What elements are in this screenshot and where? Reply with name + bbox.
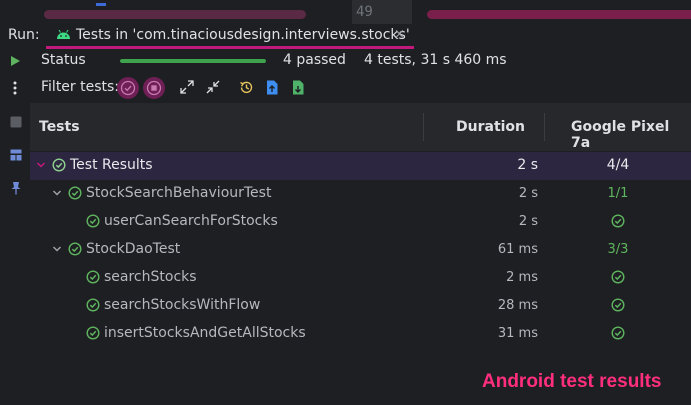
pin-icon[interactable] [10, 181, 22, 195]
test-duration: 31 ms [497, 326, 538, 341]
editor-scrollbar-left[interactable] [44, 10, 306, 19]
device-result-icon [575, 326, 661, 340]
test-duration: 61 ms [497, 242, 538, 257]
column-header-tests[interactable]: Tests [39, 119, 80, 135]
test-name: Test Results [70, 157, 153, 173]
test-name: StockDaoTest [86, 241, 181, 257]
close-icon[interactable]: × [394, 27, 405, 42]
more-options-icon[interactable] [13, 81, 17, 95]
filter-tests-label: Filter tests: [41, 79, 120, 95]
device-result: 3/3 [607, 242, 629, 257]
history-icon[interactable] [239, 80, 254, 95]
test-summary: 4 tests, 31 s 460 ms [364, 52, 507, 68]
test-progress-bar [120, 59, 266, 63]
test-name: searchStocks [104, 269, 197, 285]
passed-count: 4 passed [283, 52, 346, 68]
run-tab-label: Tests in 'com.tinaciousdesign.interviews… [76, 27, 410, 43]
passed-check-icon [52, 158, 66, 172]
passed-check-icon [86, 298, 100, 312]
test-case-row[interactable]: userCanSearchForStocks 2 s [30, 208, 691, 236]
show-passed-icon[interactable] [117, 77, 139, 99]
editor-scrollbar-right[interactable] [427, 10, 691, 19]
test-duration: 2 ms [506, 270, 538, 285]
test-duration: 2 s [518, 186, 538, 201]
active-tab-indicator [46, 46, 414, 49]
device-result-icon [575, 214, 661, 228]
export-icon[interactable] [266, 80, 278, 95]
device-result-icon [575, 298, 661, 312]
import-icon[interactable] [292, 80, 304, 95]
column-divider[interactable] [544, 113, 545, 141]
caption-text: Android test results [482, 371, 662, 392]
stop-icon[interactable] [10, 116, 22, 128]
column-divider[interactable] [423, 113, 424, 141]
test-case-row[interactable]: searchStocks 2 ms [30, 264, 691, 292]
collapse-all-icon[interactable] [206, 80, 220, 94]
chevron-down-icon[interactable] [52, 244, 62, 254]
device-result: 1/1 [607, 186, 629, 201]
scroll-marker [96, 3, 106, 6]
device-result: 4/4 [606, 157, 630, 173]
device-result-icon [575, 270, 661, 284]
line-number: 49 [356, 4, 373, 20]
run-label: Run: [8, 27, 40, 43]
column-header-duration[interactable]: Duration [456, 119, 525, 135]
status-label: Status [41, 52, 86, 68]
passed-check-icon [68, 186, 82, 200]
android-icon [56, 29, 71, 39]
table-header: Tests Duration Google Pixel 7a [30, 103, 691, 151]
test-duration: 2 s [518, 214, 538, 229]
test-name: userCanSearchForStocks [104, 213, 278, 229]
editor-strip: 49 [0, 0, 691, 24]
test-results-table: Tests Duration Google Pixel 7a Test Resu… [30, 103, 691, 405]
test-name: searchStocksWithFlow [104, 297, 261, 313]
chevron-down-icon[interactable] [52, 188, 62, 198]
test-class-row[interactable]: StockDaoTest 61 ms 3/3 [30, 236, 691, 264]
rerun-icon[interactable] [9, 55, 21, 67]
test-duration: 28 ms [497, 298, 538, 313]
passed-check-icon [86, 214, 100, 228]
layout-icon[interactable] [10, 149, 22, 161]
test-case-row[interactable]: insertStocksAndGetAllStocks 31 ms [30, 320, 691, 348]
progress-fill [120, 59, 266, 63]
show-ignored-icon[interactable] [143, 77, 165, 99]
test-class-row[interactable]: StockSearchBehaviourTest 2 s 1/1 [30, 180, 691, 208]
test-name: StockSearchBehaviourTest [86, 185, 272, 201]
run-config-tab[interactable]: Tests in 'com.tinaciousdesign.interviews… [46, 24, 414, 49]
test-name: insertStocksAndGetAllStocks [104, 325, 306, 341]
expand-all-icon[interactable] [180, 80, 194, 94]
passed-check-icon [86, 326, 100, 340]
column-header-device[interactable]: Google Pixel 7a [571, 119, 691, 151]
chevron-down-icon[interactable] [36, 160, 46, 170]
passed-check-icon [86, 270, 100, 284]
test-root-row[interactable]: Test Results 2 s 4/4 [30, 152, 691, 180]
passed-check-icon [68, 242, 82, 256]
test-case-row[interactable]: searchStocksWithFlow 28 ms [30, 292, 691, 320]
test-duration: 2 s [517, 157, 538, 173]
